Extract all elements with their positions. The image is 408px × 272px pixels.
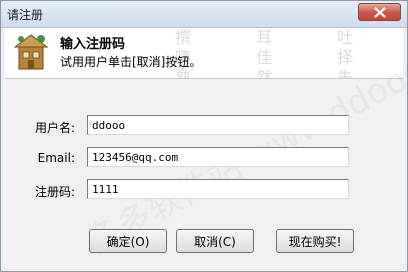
email-input[interactable]: [87, 147, 349, 167]
username-label: 用户名:: [34, 121, 75, 135]
register-dialog: 请注册 撰 耳 吐 咦 佳 择 熟 然 朱 陵 衣 输入注册码 试用用户单击[取…: [0, 0, 408, 272]
header-title: 输入注册码: [60, 37, 126, 52]
username-input[interactable]: [87, 115, 349, 135]
window-title: 请注册: [7, 8, 44, 22]
ok-button[interactable]: 确定(O): [89, 229, 167, 253]
title-bar[interactable]: 请注册: [1, 1, 407, 28]
cancel-button[interactable]: 取消(C): [176, 229, 254, 253]
regcode-input[interactable]: [87, 179, 349, 199]
email-label: Email:: [37, 151, 75, 165]
dialog-header: 撰 耳 吐 咦 佳 择 熟 然 朱 陵 衣 输入注册码 试用用户单击[取消]按钮…: [5, 28, 403, 79]
house-icon: [13, 34, 49, 70]
header-watermark: 撰 耳 吐 咦 佳 择 熟 然 朱 陵 衣: [175, 28, 384, 79]
header-subtitle: 试用用户单击[取消]按钮。: [60, 55, 202, 69]
registration-form: 多多软件站 www.ddooo.com 用户名: Email: 注册码: 确定(…: [1, 11, 408, 269]
close-icon: [374, 7, 386, 18]
regcode-label: 注册码:: [34, 185, 75, 199]
close-button[interactable]: [358, 3, 401, 21]
buy-now-button[interactable]: 现在购买!: [276, 229, 354, 253]
